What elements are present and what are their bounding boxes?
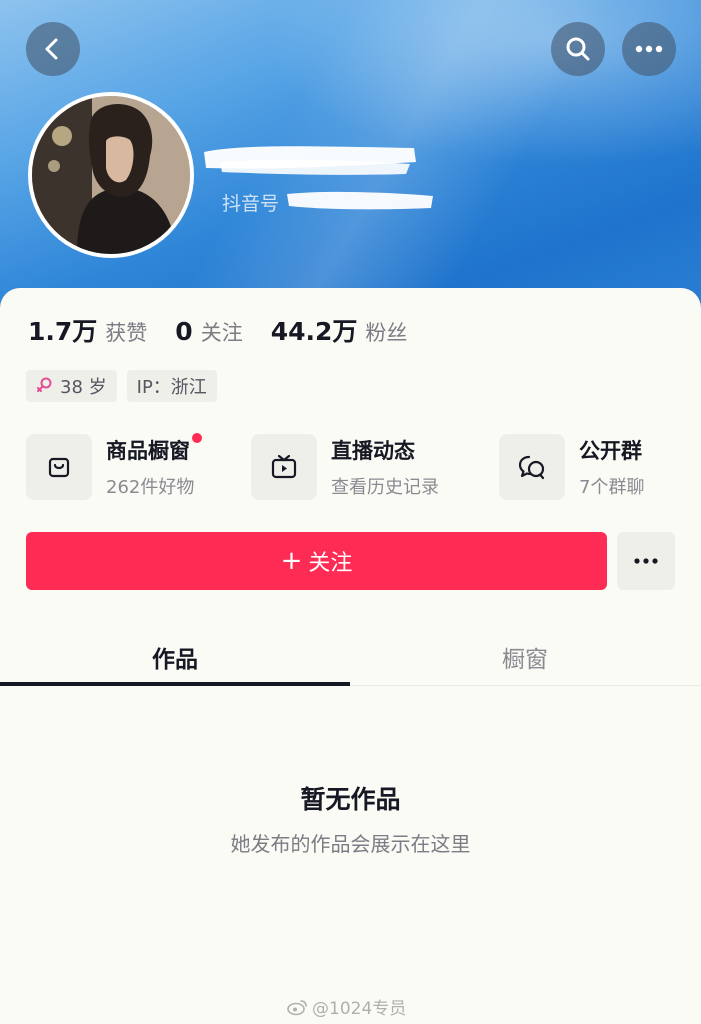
content-tabs: 作品 橱窗 <box>0 628 701 686</box>
feature-title: 直播动态 <box>331 439 415 463</box>
more-horizontal-icon <box>634 558 658 564</box>
profile-page: 抖音号 1.7万 获赞 0 关注 44.2万 粉丝 38 岁 IP：浙江 商品橱… <box>0 0 701 1024</box>
feature-subtitle: 262件好物 <box>106 477 195 498</box>
douyin-id-redacted <box>285 188 435 217</box>
stat-value: 44.2万 <box>270 317 358 346</box>
stat-label: 获赞 <box>105 321 148 345</box>
age-tag: 38 岁 <box>26 370 117 402</box>
search-icon <box>566 37 590 61</box>
feature-showcase[interactable]: 商品橱窗 262件好物 <box>26 433 202 500</box>
back-button[interactable] <box>26 22 80 76</box>
avatar-photo <box>32 96 190 254</box>
more-actions-button[interactable] <box>617 532 675 590</box>
ip-tag: IP：浙江 <box>126 370 217 402</box>
follow-label: 关注 <box>308 551 353 576</box>
more-options-button[interactable] <box>622 22 676 76</box>
tv-icon <box>271 454 297 479</box>
ip-text: IP：浙江 <box>136 377 207 398</box>
avatar[interactable] <box>28 92 194 258</box>
search-button[interactable] <box>551 22 605 76</box>
stat-label: 关注 <box>200 321 243 345</box>
feature-subtitle: 7个群聊 <box>579 477 645 498</box>
nickname-redacted <box>200 140 420 184</box>
empty-state-subtitle: 她发布的作品会展示在这里 <box>230 832 471 856</box>
feature-icon-box <box>26 434 92 500</box>
profile-tags: 38 岁 IP：浙江 <box>26 370 227 402</box>
douyin-id-label: 抖音号 <box>222 193 280 215</box>
feature-icon-box <box>499 434 565 500</box>
stats-row: 1.7万 获赞 0 关注 44.2万 粉丝 <box>28 312 435 348</box>
notification-dot <box>192 433 202 443</box>
watermark: @1024专员 <box>286 994 406 1019</box>
feature-title: 商品橱窗 <box>106 433 202 465</box>
profile-card: 1.7万 获赞 0 关注 44.2万 粉丝 38 岁 IP：浙江 商品橱窗 26… <box>0 288 701 1024</box>
shopping-bag-icon <box>48 457 70 478</box>
stat-likes[interactable]: 1.7万 获赞 <box>28 312 147 348</box>
more-horizontal-icon <box>635 45 663 53</box>
follow-button[interactable]: + 关注 <box>26 532 607 590</box>
empty-state-title: 暂无作品 <box>300 785 401 814</box>
stat-followers[interactable]: 44.2万 粉丝 <box>271 312 408 348</box>
age-text: 38 岁 <box>60 377 107 398</box>
feature-icon-box <box>251 434 317 500</box>
stat-label: 粉丝 <box>365 321 408 345</box>
stat-following[interactable]: 0 关注 <box>175 317 242 347</box>
tab-showcase[interactable]: 橱窗 <box>350 628 700 686</box>
chat-bubbles-icon <box>518 455 545 480</box>
douyin-id[interactable]: 抖音号 <box>222 188 435 217</box>
feature-title: 公开群 <box>579 439 642 463</box>
feature-subtitle: 查看历史记录 <box>331 477 439 498</box>
tab-works[interactable]: 作品 <box>0 628 350 686</box>
weibo-logo-icon <box>287 999 307 1015</box>
active-tab-indicator <box>0 682 350 686</box>
feature-live-history[interactable]: 直播动态 查看历史记录 <box>251 434 439 500</box>
stat-value: 1.7万 <box>28 317 98 346</box>
watermark-text: @1024专员 <box>312 999 407 1019</box>
feature-public-groups[interactable]: 公开群 7个群聊 <box>499 434 644 500</box>
plus-icon: + <box>280 546 303 576</box>
stat-value: 0 <box>175 317 193 346</box>
chevron-left-icon <box>45 38 58 60</box>
female-icon <box>37 377 52 392</box>
